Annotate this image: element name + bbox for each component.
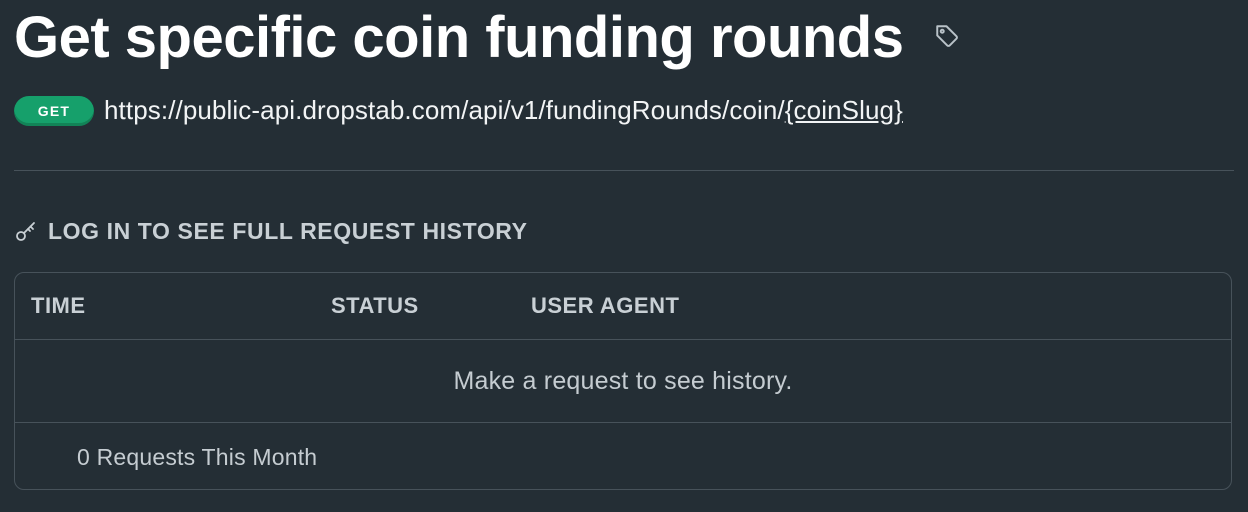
page-title: Get specific coin funding rounds: [14, 5, 904, 70]
table-footer: 0 Requests This Month: [15, 423, 1231, 489]
http-method-badge: GET: [14, 95, 94, 126]
empty-history-row: Make a request to see history.: [15, 340, 1231, 423]
table-header-row: TIME STATUS USER AGENT: [15, 273, 1231, 340]
monthly-request-count: 0 Requests This Month: [77, 443, 318, 470]
key-icon: [14, 220, 38, 244]
column-header-time: TIME: [31, 293, 86, 318]
section-divider: [14, 170, 1234, 171]
title-row: Get specific coin funding rounds: [14, 2, 960, 74]
login-history-link[interactable]: LOG IN TO SEE FULL REQUEST HISTORY: [14, 218, 528, 245]
login-history-label: LOG IN TO SEE FULL REQUEST HISTORY: [48, 218, 528, 244]
api-reference-page: Get specific coin funding rounds GET htt…: [0, 0, 1248, 512]
endpoint-url-param[interactable]: {coinSlug}: [785, 95, 903, 125]
empty-history-message: Make a request to see history.: [453, 366, 793, 395]
column-header-user-agent: USER AGENT: [531, 293, 680, 318]
endpoint-url: https://public-api.dropstab.com/api/v1/f…: [104, 95, 903, 126]
endpoint-url-base: https://public-api.dropstab.com/api/v1/f…: [104, 95, 785, 125]
request-history-table: TIME STATUS USER AGENT Make a request to…: [14, 272, 1232, 490]
endpoint-row: GET https://public-api.dropstab.com/api/…: [14, 95, 903, 126]
column-header-status: STATUS: [331, 293, 419, 318]
tag-icon[interactable]: [934, 23, 960, 49]
